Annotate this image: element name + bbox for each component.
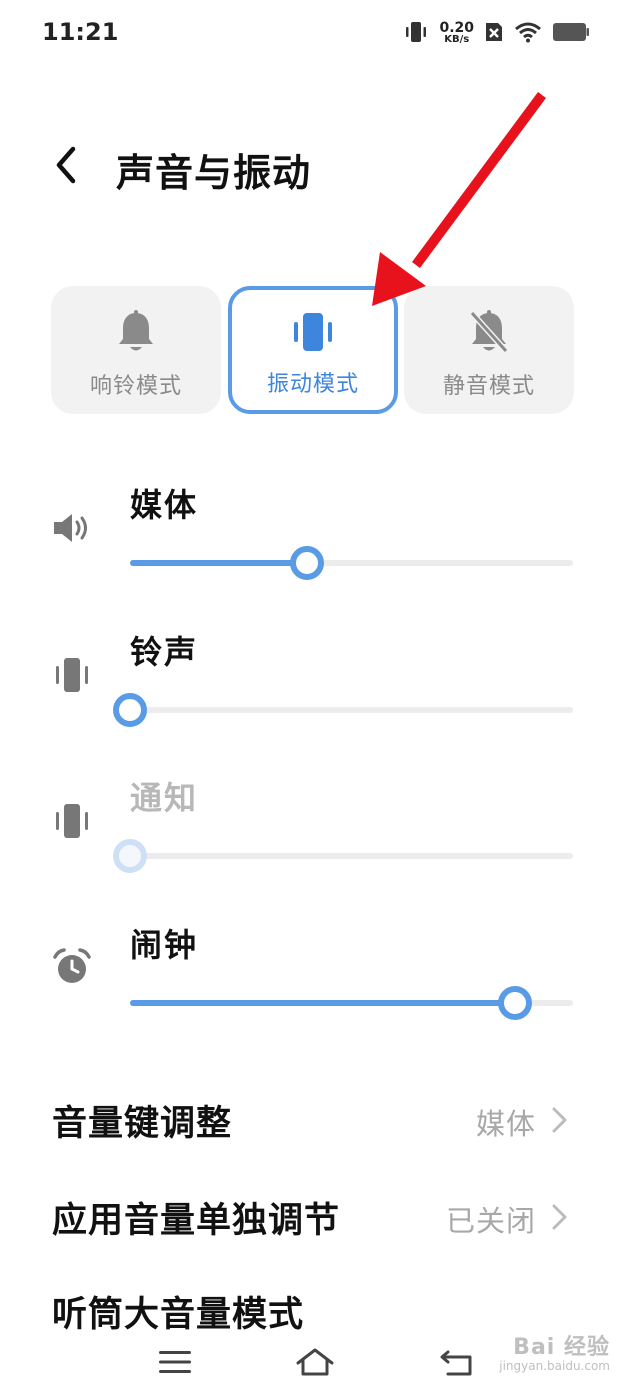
slider-thumb[interactable]: [113, 693, 147, 727]
volume-label: 通知: [130, 779, 199, 817]
vibrate-icon: [56, 804, 88, 838]
volume-label: 闹钟: [130, 926, 199, 964]
alarm-icon: [53, 948, 91, 983]
mode-ring[interactable]: 响铃模式: [51, 286, 221, 414]
status-icons: 0.20 KB/s: [403, 20, 590, 48]
vibrate-icon: [294, 313, 332, 351]
app-volume-setting[interactable]: 应用音量单独调节 已关闭: [0, 1182, 630, 1252]
volume-media: 媒体: [0, 480, 630, 610]
status-bar: 11:21 0.20 KB/s: [0, 0, 630, 68]
slider-thumb[interactable]: [498, 986, 533, 1020]
page-title: 声音与振动: [116, 151, 312, 195]
setting-value: 媒体: [475, 1107, 536, 1141]
back-icon: [440, 1350, 472, 1376]
ringtone-volume-slider[interactable]: [113, 690, 573, 730]
mode-label: 静音模式: [442, 374, 535, 399]
vibrate-icon: [56, 658, 88, 692]
wifi-icon: [514, 21, 542, 47]
volume-ringtone: 铃声: [0, 627, 630, 757]
volume-alarm: 闹钟: [0, 920, 630, 1050]
setting-title: 听筒大音量模式: [52, 1295, 305, 1330]
mode-label: 振动模式: [266, 372, 359, 397]
chevron-right-icon: [552, 1204, 567, 1230]
volume-label: 铃声: [130, 633, 199, 671]
menu-button[interactable]: [150, 1340, 200, 1384]
setting-title: 音量键调整: [52, 1104, 233, 1144]
battery-icon: [552, 21, 590, 47]
back-button[interactable]: [44, 140, 88, 190]
slider-thumb: [113, 839, 147, 873]
alarm-volume-slider[interactable]: [130, 983, 573, 1023]
sim-disabled-icon: [484, 21, 504, 47]
status-time: 11:21: [42, 18, 119, 46]
bell-icon: [119, 310, 153, 351]
slider-thumb[interactable]: [290, 546, 325, 580]
mode-vibrate[interactable]: 振动模式: [228, 286, 398, 414]
home-button[interactable]: [290, 1340, 340, 1384]
volume-label: 媒体: [130, 486, 199, 524]
vibrate-icon: [403, 20, 429, 48]
speaker-icon: [54, 514, 87, 542]
volume-notification: 通知: [0, 773, 630, 903]
back-nav-button[interactable]: [432, 1340, 482, 1384]
volume-key-setting[interactable]: 音量键调整 媒体: [0, 1085, 630, 1155]
menu-icon: [159, 1351, 191, 1373]
notification-volume-slider: [113, 836, 573, 876]
watermark-sub: jingyan.baidu.com: [499, 1359, 610, 1374]
setting-title: 应用音量单独调节: [52, 1201, 341, 1241]
earpiece-loud-setting[interactable]: 听筒大音量模式: [0, 1276, 630, 1330]
header: 声音与振动: [0, 120, 630, 210]
watermark: Bai 经验 jingyan.baidu.com: [499, 1335, 610, 1374]
bell-off-icon: [469, 310, 509, 354]
net-speed: 0.20 KB/s: [439, 20, 474, 45]
mode-label: 响铃模式: [89, 374, 182, 399]
watermark-main: Bai 经验: [513, 1335, 610, 1360]
setting-value: 已关闭: [445, 1204, 536, 1238]
mode-silent[interactable]: 静音模式: [404, 286, 574, 414]
home-icon: [296, 1348, 334, 1376]
media-volume-slider[interactable]: [130, 543, 573, 583]
back-chevron-icon: [56, 146, 76, 184]
chevron-right-icon: [552, 1107, 567, 1133]
